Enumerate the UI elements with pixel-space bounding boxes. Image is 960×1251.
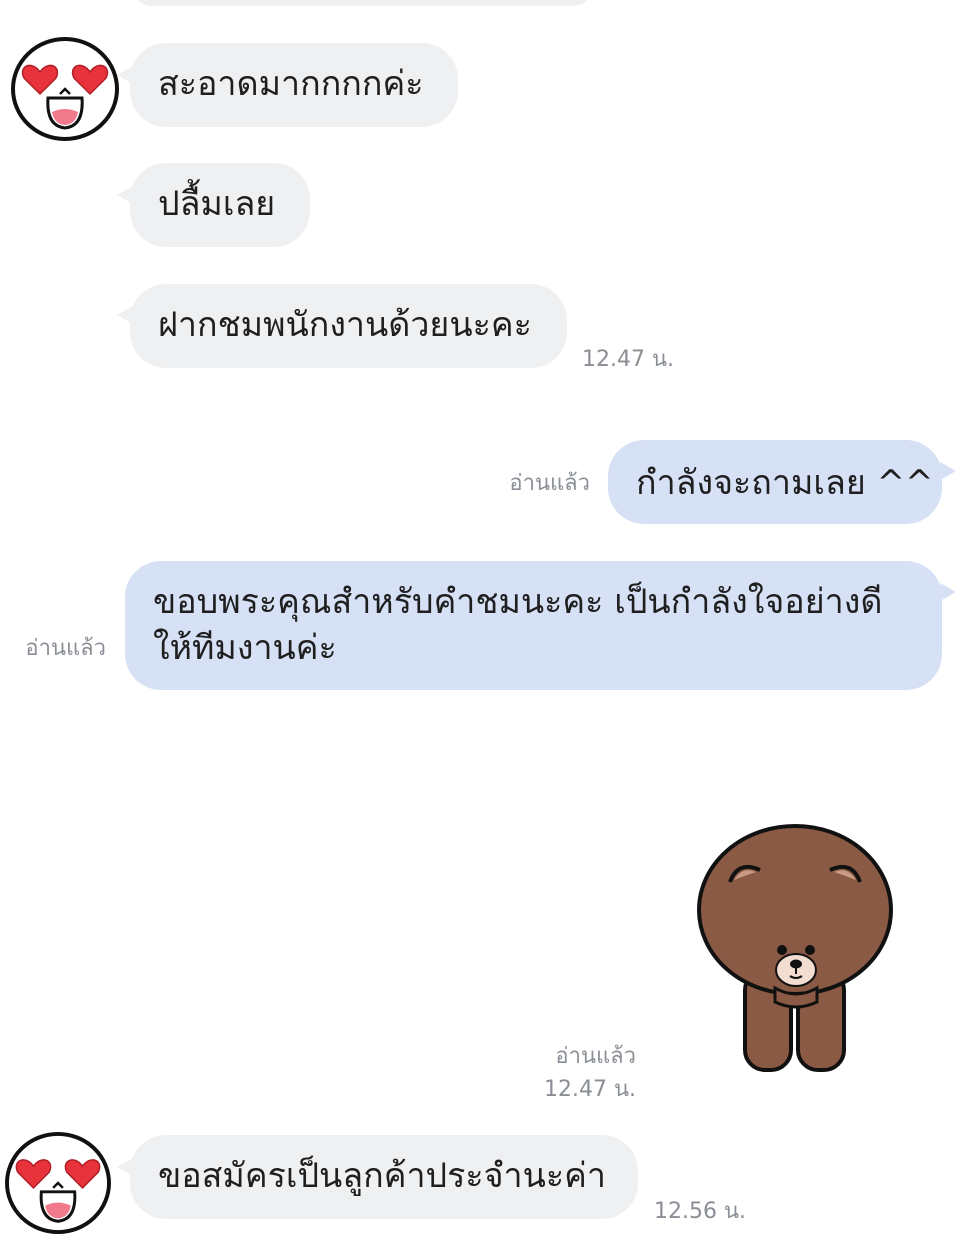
incoming-message-bubble[interactable]: ฝากชมพนักงานด้วยนะคะ [130,284,567,368]
message-text-line: ให้ทีมงานค่ะ [153,628,337,668]
outgoing-message-bubble[interactable]: ขอบพระคุณสำหรับคำชมนะคะ เป็นกำลังใจอย่าง… [125,561,942,690]
incoming-message-bubble[interactable]: สะอาดมากกกกค่ะ [130,43,458,127]
heart-eyes-face-icon [5,1131,111,1235]
read-receipt: อ่านแล้ว [555,1044,636,1069]
read-receipt: อ่านแล้ว [25,636,106,661]
bubble-tail [940,462,956,480]
read-receipt: อ่านแล้ว [509,471,590,496]
incoming-message-bubble[interactable]: ปลื้มเลย [130,163,310,247]
message-text: ขอสมัครเป็นลูกค้าประจำนะค่า [158,1156,606,1196]
sender-avatar[interactable] [4,1131,112,1235]
message-text: กำลังจะถามเลย ^^ [636,463,934,503]
message-text: สะอาดมากกกกค่ะ [158,64,424,104]
message-timestamp: 12.47 น. [582,347,675,372]
bubble-tail [940,583,956,601]
message-text: ฝากชมพนักงานด้วยนะคะ [158,305,532,345]
incoming-message-bubble[interactable]: ขอสมัครเป็นลูกค้าประจำนะค่า [130,1135,638,1219]
sticker-message[interactable] [690,820,900,1085]
message-timestamp: 12.56 น. [654,1199,747,1224]
message-text: ปลื้มเลย [158,184,276,224]
outgoing-message-bubble[interactable]: กำลังจะถามเลย ^^ [608,440,942,524]
message-text-line: ขอบพระคุณสำหรับคำชมนะคะ เป็นกำลังใจอย่าง… [153,582,883,622]
brown-bear-bow-icon [697,824,893,1072]
sender-avatar[interactable] [10,36,120,142]
previous-message-bubble [130,0,595,6]
heart-eyes-face-icon [11,37,119,141]
message-timestamp: 12.47 น. [543,1077,636,1102]
